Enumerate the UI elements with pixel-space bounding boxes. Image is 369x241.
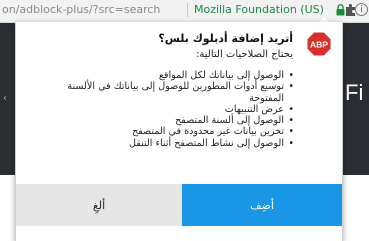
popup-footer-space (16, 226, 342, 241)
permission-item: عرض التنبيهات (44, 104, 294, 116)
permission-item: الوصول إلى بياناتك لكل المواقع (44, 70, 294, 82)
lock-icon[interactable] (336, 4, 345, 16)
permission-item: تخزين بيانات غير محدودة في المتصفح (44, 126, 294, 138)
info-icon[interactable]: i (355, 3, 368, 16)
url-bar[interactable]: on/adblock-plus/?src=search Mozilla Foun… (0, 0, 369, 23)
screenshot: on/adblock-plus/?src=search Mozilla Foun… (0, 0, 369, 241)
prompt-subtitle: يحتاج الصلاحيات التالية: (196, 49, 293, 60)
add-button[interactable]: أضِف (182, 184, 342, 226)
adblock-plus-icon-label: ABP (310, 40, 328, 50)
permission-item: توسيع أدوات المطورين للوصول إلى بياناتك … (44, 81, 294, 104)
prompt-title: أتريد إضافة أدبلوك بلس؟ (158, 32, 293, 45)
permission-item: الوصول إلى نشاط المتصفح أثناء التنقل (44, 138, 294, 150)
button-bar: ألغِ أضِف (16, 184, 342, 226)
install-permission-popup: ABP أتريد إضافة أدبلوك بلس؟ يحتاج الصلاح… (15, 22, 343, 241)
cancel-button[interactable]: ألغِ (16, 184, 182, 226)
url-separator (187, 3, 188, 17)
page-heading-fragment: Fi (345, 80, 364, 105)
url-text[interactable]: on/adblock-plus/?src=search (2, 3, 160, 16)
page-chevron-icon: ‹ (3, 93, 7, 104)
permission-item: الوصول إلى ألسنة المتصفح (44, 115, 294, 127)
adblock-plus-icon: ABP (306, 31, 332, 57)
permissions-list: الوصول إلى بياناتك لكل المواقع توسيع أدو… (44, 70, 296, 149)
site-identity[interactable]: Mozilla Foundation (US) (194, 3, 324, 16)
